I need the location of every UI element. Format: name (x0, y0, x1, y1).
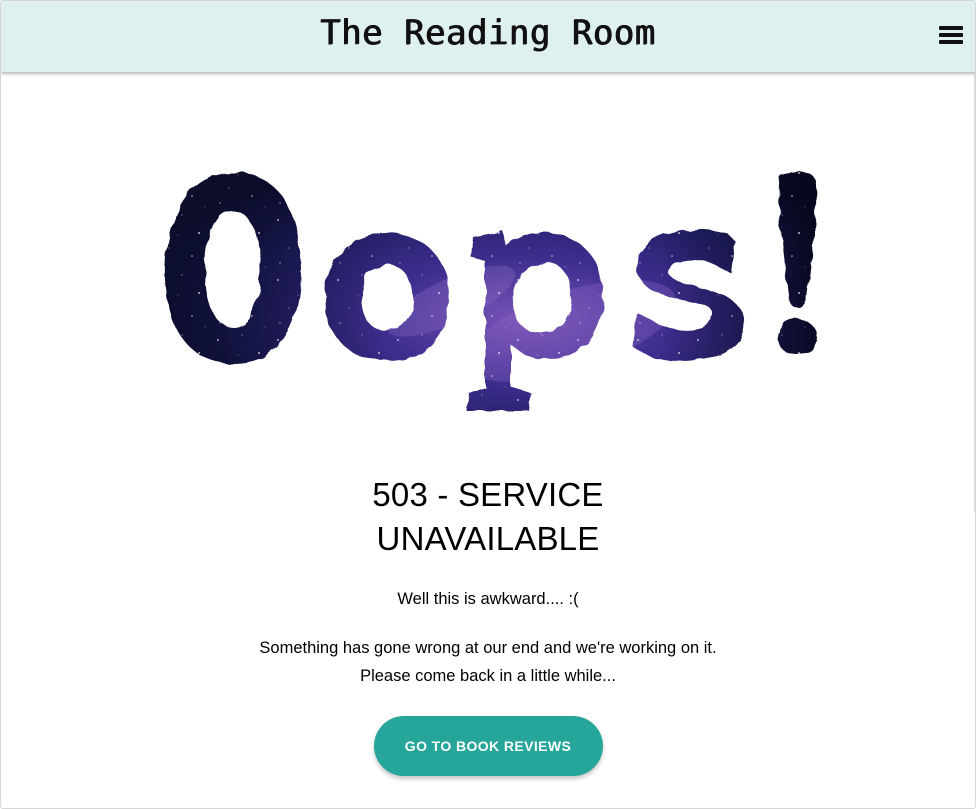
page-frame: The Reading Room 503 - SERVICE UNAVAILAB… (0, 0, 976, 809)
site-title[interactable]: The Reading Room (1, 13, 975, 53)
menu-bar-icon (939, 40, 963, 44)
navbar: The Reading Room (1, 1, 975, 72)
oops-graphic (151, 151, 831, 431)
error-subtitle: Well this is awkward.... :( (397, 590, 579, 608)
error-message-line: Please come back in a little while... (360, 666, 616, 685)
error-content: 503 - SERVICE UNAVAILABLE Well this is a… (1, 473, 975, 776)
go-to-book-reviews-button[interactable]: GO TO BOOK REVIEWS (373, 716, 603, 776)
oops-galaxy-text-image (151, 151, 831, 431)
error-message-line: Something has gone wrong at our end and … (259, 639, 717, 657)
error-message: Something has gone wrong at our end and … (253, 635, 723, 690)
hamburger-menu-icon[interactable] (939, 23, 965, 47)
menu-bar-icon (939, 33, 963, 37)
scroll-edge (974, 72, 975, 512)
error-title: 503 - SERVICE UNAVAILABLE (372, 476, 604, 557)
menu-bar-icon (939, 26, 963, 30)
